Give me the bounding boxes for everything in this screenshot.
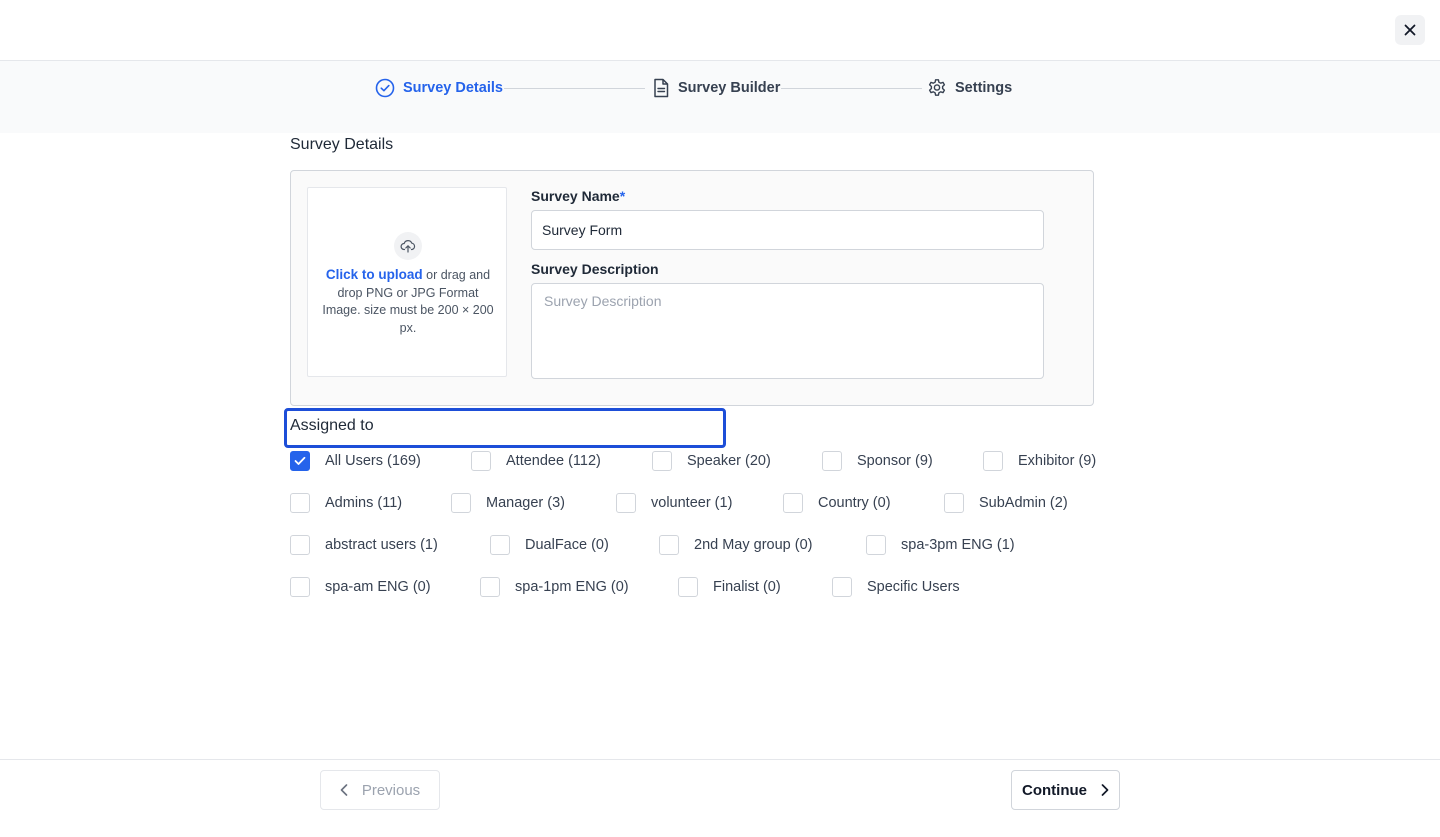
survey-description-textarea[interactable] [531,283,1044,379]
option-label: Admins (11) [325,495,403,511]
previous-button[interactable]: Previous [320,770,440,810]
assign-option-country[interactable]: Country (0) [783,493,891,513]
checkbox[interactable] [944,493,964,513]
stepper: Survey Details Survey Builder Settings [0,61,1440,133]
assign-option-spa-am-eng[interactable]: spa-am ENG (0) [290,577,431,597]
continue-label: Continue [1022,781,1087,799]
chevron-left-icon [340,784,348,796]
option-label: spa-3pm ENG (1) [901,537,1015,553]
checkbox[interactable] [290,493,310,513]
checkbox[interactable] [290,577,310,597]
checkbox[interactable] [490,535,510,555]
image-upload-dropzone[interactable]: Click to upload or drag and drop PNG or … [307,187,507,377]
continue-button[interactable]: Continue [1011,770,1120,810]
checkbox[interactable] [451,493,471,513]
close-button[interactable] [1395,15,1425,45]
chevron-right-icon [1101,784,1109,796]
assign-option-2nd-may-group[interactable]: 2nd May group (0) [659,535,812,555]
gear-icon [928,79,946,96]
checkbox[interactable] [290,535,310,555]
step-label: Survey Builder [678,80,781,96]
assign-option-all-users[interactable]: All Users (169) [290,451,421,471]
option-label: abstract users (1) [325,537,438,553]
step-settings[interactable]: Settings [927,77,1012,99]
option-label: Attendee (112) [506,453,601,469]
assign-option-sponsor[interactable]: Sponsor (9) [822,451,933,471]
checkbox[interactable] [783,493,803,513]
assign-option-spa-3pm-eng[interactable]: spa-3pm ENG (1) [866,535,1015,555]
checkbox[interactable] [822,451,842,471]
option-label: SubAdmin (2) [979,495,1068,511]
checkbox[interactable] [652,451,672,471]
modal-header [0,0,1440,61]
option-label: Finalist (0) [713,579,781,595]
option-label: spa-am ENG (0) [325,579,431,595]
option-label: Manager (3) [486,495,565,511]
checkbox[interactable] [832,577,852,597]
assign-option-finalist[interactable]: Finalist (0) [678,577,781,597]
document-icon [654,78,669,98]
assign-option-specific-users[interactable]: Specific Users [832,577,960,597]
survey-name-label: Survey Name* [531,188,626,204]
option-label: DualFace (0) [525,537,609,553]
click-to-upload-link[interactable]: Click to upload [326,267,423,282]
checkbox[interactable] [678,577,698,597]
checkbox[interactable] [480,577,500,597]
section-title: Survey Details [290,136,394,153]
option-label: volunteer (1) [651,495,733,511]
checkmark-icon [294,456,306,465]
check-circle-icon [375,78,395,98]
survey-name-input[interactable] [531,210,1044,250]
option-label: All Users (169) [325,453,421,469]
option-label: 2nd May group (0) [694,537,813,553]
modal-footer: Previous Continue [0,759,1440,837]
assign-option-attendee[interactable]: Attendee (112) [471,451,601,471]
assigned-to-heading: Assigned to [290,417,374,434]
option-label: Speaker (20) [687,453,771,469]
step-survey-details[interactable]: Survey Details [375,77,503,99]
upload-cloud-icon [394,232,422,260]
step-connector [504,88,645,89]
option-label: Exhibitor (9) [1018,453,1097,469]
assign-option-abstract-users[interactable]: abstract users (1) [290,535,438,555]
assign-option-subadmin[interactable]: SubAdmin (2) [944,493,1068,513]
step-label: Settings [955,80,1013,96]
assign-option-admins[interactable]: Admins (11) [290,493,402,513]
checkbox[interactable] [616,493,636,513]
checkbox[interactable] [290,451,310,471]
option-label: Country (0) [818,495,891,511]
survey-details-card: Click to upload or drag and drop PNG or … [290,170,1094,406]
step-connector [781,88,922,89]
assign-option-speaker[interactable]: Speaker (20) [652,451,771,471]
close-icon [1404,24,1416,36]
checkbox[interactable] [659,535,679,555]
step-label: Survey Details [403,80,503,96]
checkbox[interactable] [866,535,886,555]
survey-description-label: Survey Description [531,261,659,277]
option-label: Sponsor (9) [857,453,933,469]
assign-option-volunteer[interactable]: volunteer (1) [616,493,732,513]
option-label: Specific Users [867,579,960,595]
assign-option-exhibitor[interactable]: Exhibitor (9) [983,451,1096,471]
checkbox[interactable] [983,451,1003,471]
step-survey-builder[interactable]: Survey Builder [652,77,780,99]
previous-label: Previous [361,781,421,799]
upload-instructions: Click to upload or drag and drop PNG or … [322,266,494,337]
assign-option-spa-1pm-eng[interactable]: spa-1pm ENG (0) [480,577,629,597]
option-label: spa-1pm ENG (0) [515,579,629,595]
checkbox[interactable] [471,451,491,471]
assign-option-manager[interactable]: Manager (3) [451,493,565,513]
assign-option-dualface[interactable]: DualFace (0) [490,535,609,555]
required-asterisk: * [619,188,626,204]
